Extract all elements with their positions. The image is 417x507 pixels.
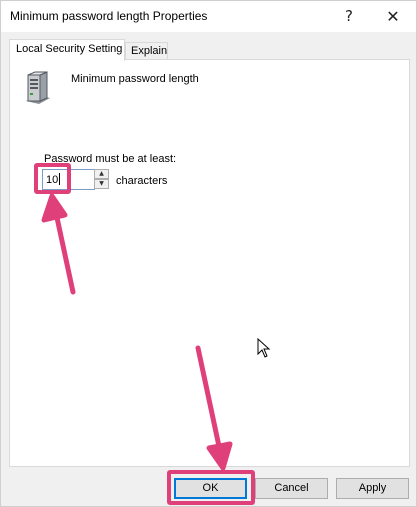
properties-dialog: Minimum password length Properties ? ✕ L… (0, 0, 417, 507)
characters-label: characters (116, 175, 168, 187)
apply-button[interactable]: Apply (336, 478, 409, 499)
password-length-label: Password must be at least: (44, 153, 177, 165)
close-button[interactable]: ✕ (371, 1, 415, 32)
mouse-cursor-icon (257, 338, 271, 358)
tab-explain[interactable]: Explain (125, 42, 168, 60)
text-caret (59, 173, 61, 185)
title-bar: Minimum password length Properties ? ✕ (1, 1, 416, 32)
help-button[interactable]: ? (327, 1, 371, 32)
tab-panel (9, 59, 410, 467)
password-length-value: 10 (46, 174, 59, 186)
cancel-button[interactable]: Cancel (255, 478, 328, 499)
password-length-input[interactable]: 10 (42, 169, 95, 190)
server-icon (26, 71, 50, 104)
policy-name: Minimum password length (71, 73, 199, 85)
ok-button[interactable]: OK (174, 478, 247, 499)
window-title: Minimum password length Properties (10, 9, 208, 23)
spin-down-button[interactable]: ▼ (94, 179, 109, 189)
tab-local-security-setting[interactable]: Local Security Setting (9, 39, 125, 61)
spin-up-button[interactable]: ▲ (94, 169, 109, 179)
